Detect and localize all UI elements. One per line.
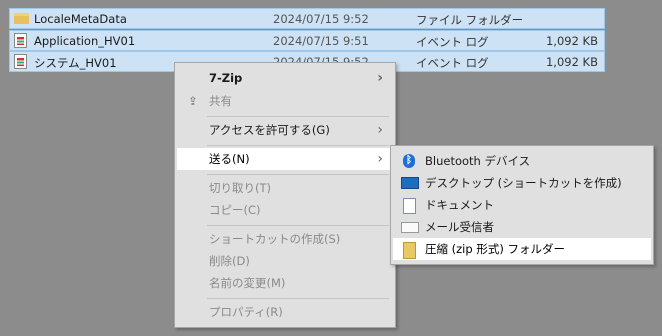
file-size: 1,092 KB [545,34,598,48]
menu-item-create-shortcut[interactable]: ショートカットの作成(S) [177,228,393,250]
file-name: システム_HV01 [34,56,117,70]
menu-item-label: 削除(D) [209,254,250,268]
menu-item-label: プロパティ(R) [209,305,283,319]
send-to-mail[interactable]: メール受信者 [393,216,651,238]
menu-separator [207,298,389,299]
menu-item-label: 共有 [209,94,232,108]
menu-item-label: 圧縮 (zip 形式) フォルダー [425,242,565,256]
send-to-desktop[interactable]: デスクトップ (ショートカットを作成) [393,172,651,194]
menu-separator [207,145,389,146]
menu-item-send-to[interactable]: 送る(N) › [177,148,393,170]
menu-item-label: アクセスを許可する(G) [209,123,330,137]
menu-item-label: 送る(N) [209,152,250,166]
send-to-zip[interactable]: 圧縮 (zip 形式) フォルダー [393,238,651,260]
menu-item-7zip[interactable]: 7-Zip › [177,67,393,89]
chevron-right-icon: › [377,122,383,138]
file-date: 2024/07/15 9:52 [273,12,369,26]
document-icon [403,198,416,214]
send-to-submenu: ᛒ Bluetooth デバイス デスクトップ (ショートカットを作成) ドキュ… [390,145,654,265]
file-date: 2024/07/15 9:51 [273,34,369,48]
bluetooth-icon: ᛒ [403,154,415,168]
context-menu: 7-Zip › ⇪ 共有 アクセスを許可する(G) › 送る(N) › 切り取り… [174,62,396,328]
menu-item-label: メール受信者 [425,220,494,234]
file-type: ファイル フォルダー [416,13,524,27]
menu-item-copy[interactable]: コピー(C) [177,199,393,221]
file-type: イベント ログ [416,56,489,70]
menu-item-label: ショートカットの作成(S) [209,232,341,246]
file-type: イベント ログ [416,35,489,49]
event-log-icon [14,33,28,48]
menu-item-delete[interactable]: 削除(D) [177,250,393,272]
file-row-localemetadata[interactable]: LocaleMetaData 2024/07/15 9:52 ファイル フォルダ… [9,8,605,29]
file-size: 1,092 KB [545,55,598,69]
menu-item-grant-access[interactable]: アクセスを許可する(G) › [177,119,393,141]
menu-item-label: 名前の変更(M) [209,276,286,290]
desktop-icon [401,177,419,189]
event-log-icon [14,54,28,69]
menu-separator [207,225,389,226]
send-to-documents[interactable]: ドキュメント [393,194,651,216]
menu-item-properties[interactable]: プロパティ(R) [177,301,393,323]
folder-icon [14,11,29,26]
zip-folder-icon [403,242,416,259]
chevron-right-icon: › [377,70,383,86]
menu-item-share[interactable]: ⇪ 共有 [177,90,393,112]
mail-icon [401,222,419,233]
menu-item-cut[interactable]: 切り取り(T) [177,177,393,199]
menu-separator [207,116,389,117]
file-name: LocaleMetaData [34,12,127,26]
send-to-bluetooth[interactable]: ᛒ Bluetooth デバイス [393,150,651,172]
menu-item-label: Bluetooth デバイス [425,154,531,168]
menu-item-label: コピー(C) [209,203,261,217]
menu-item-label: 切り取り(T) [209,181,271,195]
menu-item-label: デスクトップ (ショートカットを作成) [425,176,622,190]
chevron-right-icon: › [377,151,383,167]
menu-item-label: 7-Zip [209,71,243,85]
file-row-application-hv01[interactable]: Application_HV01 2024/07/15 9:51 イベント ログ… [9,30,605,51]
menu-separator [207,174,389,175]
menu-item-rename[interactable]: 名前の変更(M) [177,272,393,294]
menu-item-label: ドキュメント [425,198,494,212]
share-icon: ⇪ [188,94,198,108]
file-name: Application_HV01 [34,34,136,48]
